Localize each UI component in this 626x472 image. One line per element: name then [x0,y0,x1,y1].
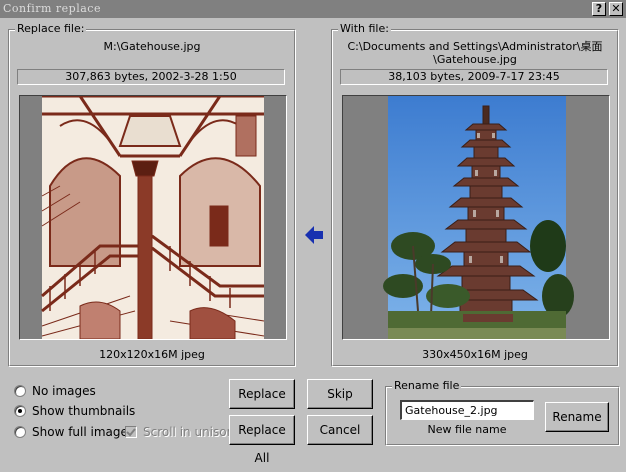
with-file-panel: With file: C:\Documents and Settings\Adm… [331,22,619,367]
help-button[interactable]: ? [592,2,606,16]
with-file-path-line2: \Gatehouse.jpg [433,53,517,66]
radio-circle-selected[interactable] [14,405,26,417]
scroll-in-unison-label: Scroll in unison [143,425,235,439]
left-arrow-icon [303,224,325,246]
replace-file-panel: Replace file: M:\Gatehouse.jpg 307,863 b… [8,22,296,367]
show-full-images-label: Show full images [32,425,135,439]
with-file-info: 38,103 bytes, 2009-7-17 23:45 [340,69,608,85]
checkbox-box[interactable] [125,426,137,438]
with-file-path-line1: C:\Documents and Settings\Administrator\… [347,40,603,53]
replace-button[interactable]: Replace [229,379,295,409]
skip-button[interactable]: Skip [307,379,373,409]
new-file-name-caption: New file name [427,423,507,436]
with-file-label: With file: [338,22,391,35]
no-images-label: No images [32,384,96,398]
window-title: Confirm replace [3,2,101,15]
show-thumbnails-label: Show thumbnails [32,404,136,418]
cancel-button[interactable]: Cancel [307,415,373,445]
rename-button[interactable]: Rename [545,402,609,432]
rename-file-label: Rename file [392,379,462,392]
pagoda-photo-image [383,96,574,339]
replace-file-info: 307,863 bytes, 2002-3-28 1:50 [17,69,285,85]
replace-file-preview [19,94,287,340]
radio-circle[interactable] [14,426,26,438]
with-file-format: 330x450x16M jpeg [422,348,528,361]
radio-circle[interactable] [14,385,26,397]
replace-all-button[interactable]: Replace All [229,415,295,465]
replace-file-name: M:\Gatehouse.jpg [103,40,201,53]
with-file-preview [342,95,610,340]
replace-file-label: Replace file: [15,22,87,35]
replace-file-format: 120x120x16M jpeg [99,348,205,361]
close-button[interactable]: ✕ [609,2,623,16]
new-file-name-input[interactable] [400,400,534,420]
checkmark-icon [126,428,136,437]
title-bar: Confirm replace ? ✕ [0,0,626,18]
staircase-etching-image [41,94,265,340]
